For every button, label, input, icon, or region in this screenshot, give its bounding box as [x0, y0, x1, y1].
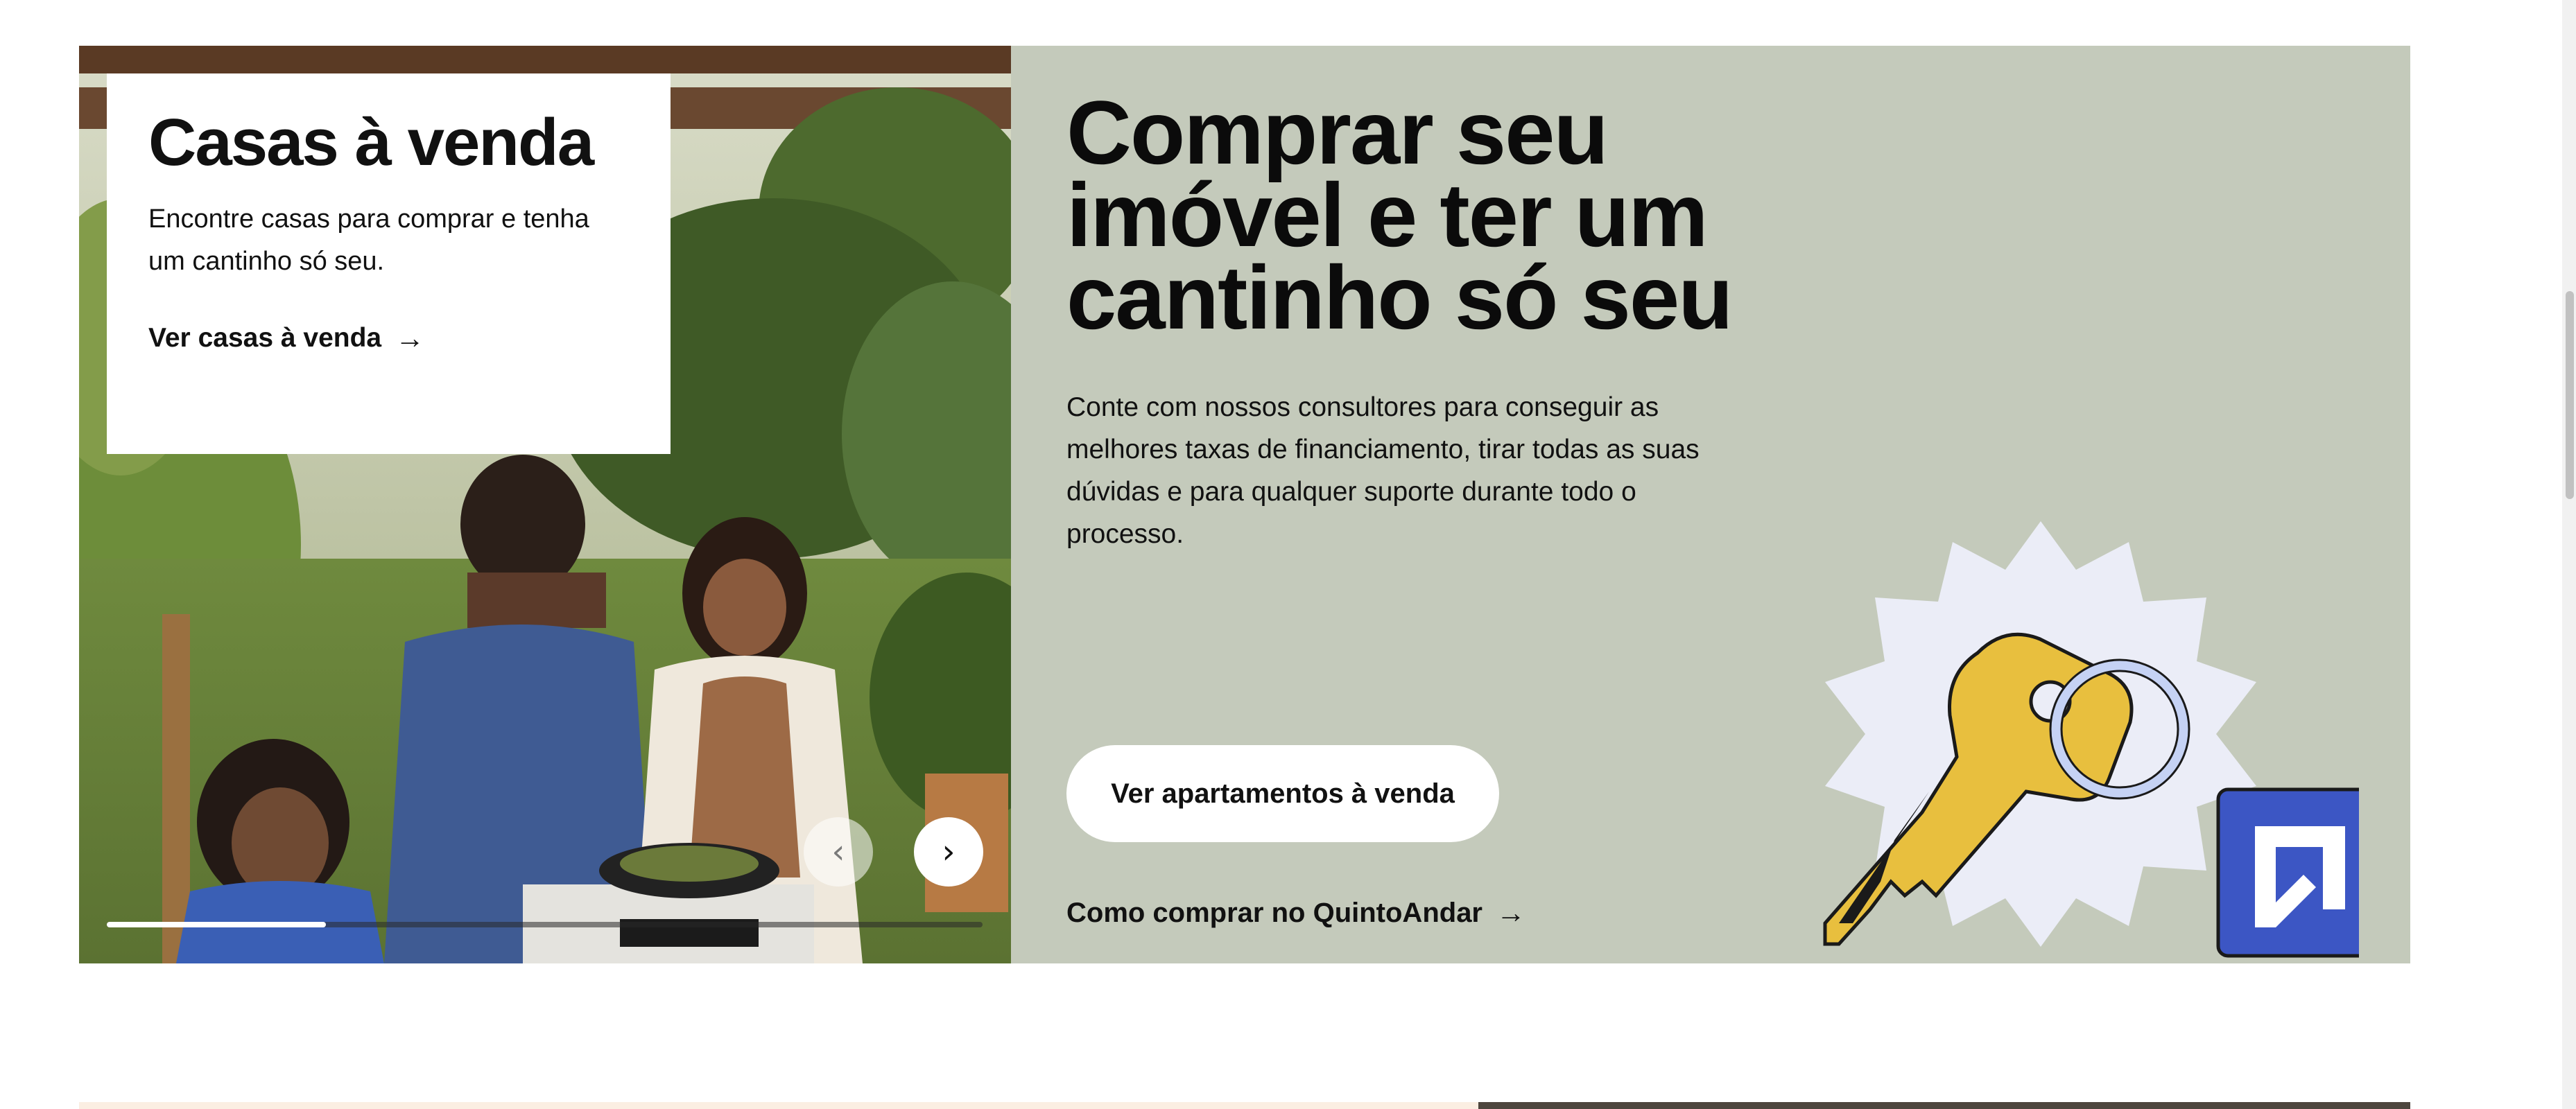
arrow-right-icon: → [395, 322, 425, 354]
hero-content: Comprar seu imóvel e ter um cantinho só … [1066, 82, 1788, 929]
arrow-right-icon: → [1496, 896, 1525, 929]
see-apartments-button[interactable]: Ver apartamentos à venda [1066, 745, 1499, 842]
houses-card-text: Encontre casas para comprar e tenha um c… [148, 204, 589, 276]
key-with-house-keychain-icon [1818, 466, 2387, 963]
see-houses-link-label: Ver casas à venda [148, 323, 382, 353]
page-scrollbar[interactable] [2562, 0, 2576, 1109]
houses-card-title: Casas à venda [148, 105, 594, 180]
buy-home-section: Casas à venda Encontre casas para compra… [79, 46, 2410, 963]
houses-card: Casas à venda Encontre casas para compra… [107, 73, 671, 454]
carousel-progress-fill [107, 922, 326, 927]
next-section-photo-preview [1478, 1102, 2410, 1109]
chevron-left-icon: ‹ [831, 832, 845, 871]
next-section-preview [79, 1102, 1478, 1109]
hero-headline: Comprar seu imóvel e ter um cantinho só … [1066, 82, 1734, 348]
how-to-buy-link-label: Como comprar no QuintoAndar [1066, 898, 1483, 928]
carousel-next-button[interactable]: › [914, 817, 983, 887]
page: Casas à venda Encontre casas para compra… [0, 0, 2576, 1109]
chevron-right-icon: › [942, 832, 956, 871]
carousel-progress-track [107, 922, 983, 927]
see-houses-link[interactable]: Ver casas à venda → [148, 317, 424, 359]
family-photo-carousel: Casas à venda Encontre casas para compra… [79, 46, 1011, 963]
how-to-buy-link[interactable]: Como comprar no QuintoAndar → [1066, 892, 1525, 934]
carousel-prev-button[interactable]: ‹ [804, 817, 873, 887]
hero-description: Conte com nossos consultores para conseg… [1066, 392, 1700, 549]
page-scrollbar-thumb[interactable] [2566, 291, 2574, 499]
